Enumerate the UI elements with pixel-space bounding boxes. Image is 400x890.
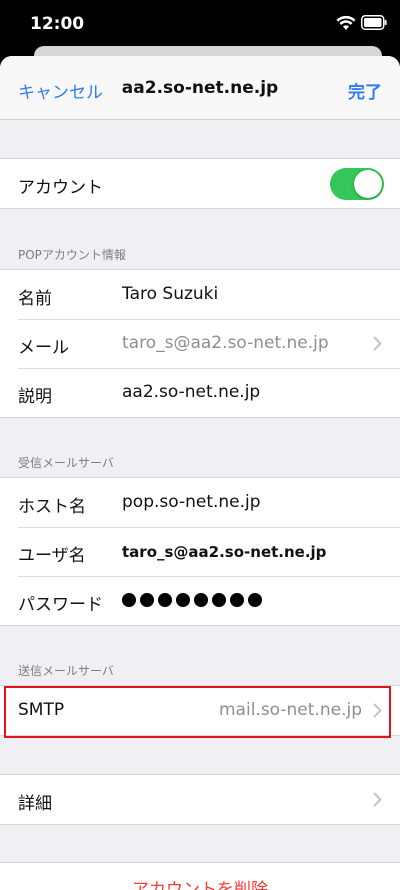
name-value[interactable]: Taro Suzuki — [122, 284, 218, 304]
wifi-icon — [336, 15, 356, 30]
smtp-row[interactable]: SMTP mail.so-net.ne.jp — [0, 686, 400, 735]
outgoing-server-group: SMTP mail.so-net.ne.jp — [0, 685, 400, 736]
cancel-button[interactable]: キャンセル — [18, 78, 103, 103]
account-group: アカウント — [0, 158, 400, 209]
host-value[interactable]: pop.so-net.ne.jp — [122, 492, 261, 512]
navigation-bar: キャンセル aa2.so-net.ne.jp 完了 — [0, 56, 400, 120]
account-edit-sheet: キャンセル aa2.so-net.ne.jp 完了 アカウント POPアカウント… — [0, 56, 400, 890]
host-row[interactable]: ホスト名 pop.so-net.ne.jp — [0, 478, 400, 527]
username-value[interactable]: taro_s@aa2.so-net.ne.jp — [122, 543, 326, 561]
password-dot — [158, 593, 172, 607]
name-label: 名前 — [18, 289, 52, 309]
chevron-right-icon — [373, 703, 382, 718]
username-row[interactable]: ユーザ名 taro_s@aa2.so-net.ne.jp — [0, 527, 400, 576]
name-row[interactable]: 名前 Taro Suzuki — [0, 270, 400, 319]
chevron-right-icon — [373, 336, 382, 351]
password-dot — [248, 593, 262, 607]
incoming-server-group: ホスト名 pop.so-net.ne.jp ユーザ名 taro_s@aa2.so… — [0, 477, 400, 626]
pop-account-group: 名前 Taro Suzuki メール taro_s@aa2.so-net.ne.… — [0, 269, 400, 418]
done-button[interactable]: 完了 — [348, 78, 382, 103]
account-label: アカウント — [18, 178, 103, 198]
mail-row[interactable]: メール taro_s@aa2.so-net.ne.jp — [0, 319, 400, 368]
password-dot — [122, 593, 136, 607]
description-label: 説明 — [18, 387, 52, 407]
delete-account-button[interactable]: アカウントを削除 — [0, 875, 400, 890]
status-time: 12:00 — [30, 14, 85, 34]
password-dot — [230, 593, 244, 607]
chevron-right-icon — [373, 792, 382, 807]
outgoing-section-header: 送信メールサーバ — [18, 664, 114, 678]
smtp-value: mail.so-net.ne.jp — [219, 700, 362, 720]
account-toggle-row: アカウント — [0, 159, 400, 208]
description-row[interactable]: 説明 aa2.so-net.ne.jp — [0, 368, 400, 417]
status-bar: 12:00 — [0, 0, 400, 46]
advanced-group: 詳細 — [0, 774, 400, 825]
mail-label: メール — [18, 338, 69, 358]
password-dot — [140, 593, 154, 607]
password-dot — [176, 593, 190, 607]
smtp-label: SMTP — [18, 700, 65, 720]
toggle-knob — [354, 170, 382, 198]
incoming-section-header: 受信メールサーバ — [18, 456, 114, 470]
pop-section-header: POPアカウント情報 — [18, 248, 126, 262]
username-label: ユーザ名 — [18, 546, 86, 566]
advanced-label: 詳細 — [18, 794, 52, 814]
delete-account-row[interactable]: アカウントを削除 — [0, 862, 400, 890]
description-value[interactable]: aa2.so-net.ne.jp — [122, 382, 260, 402]
password-dot — [194, 593, 208, 607]
password-dot — [212, 593, 226, 607]
password-row[interactable]: パスワード — [0, 576, 400, 625]
account-toggle[interactable] — [330, 168, 384, 200]
host-label: ホスト名 — [18, 497, 86, 517]
password-label: パスワード — [18, 595, 103, 615]
battery-icon — [361, 15, 387, 30]
mail-value: taro_s@aa2.so-net.ne.jp — [122, 333, 329, 353]
password-field[interactable] — [122, 593, 262, 607]
advanced-row[interactable]: 詳細 — [0, 775, 400, 824]
